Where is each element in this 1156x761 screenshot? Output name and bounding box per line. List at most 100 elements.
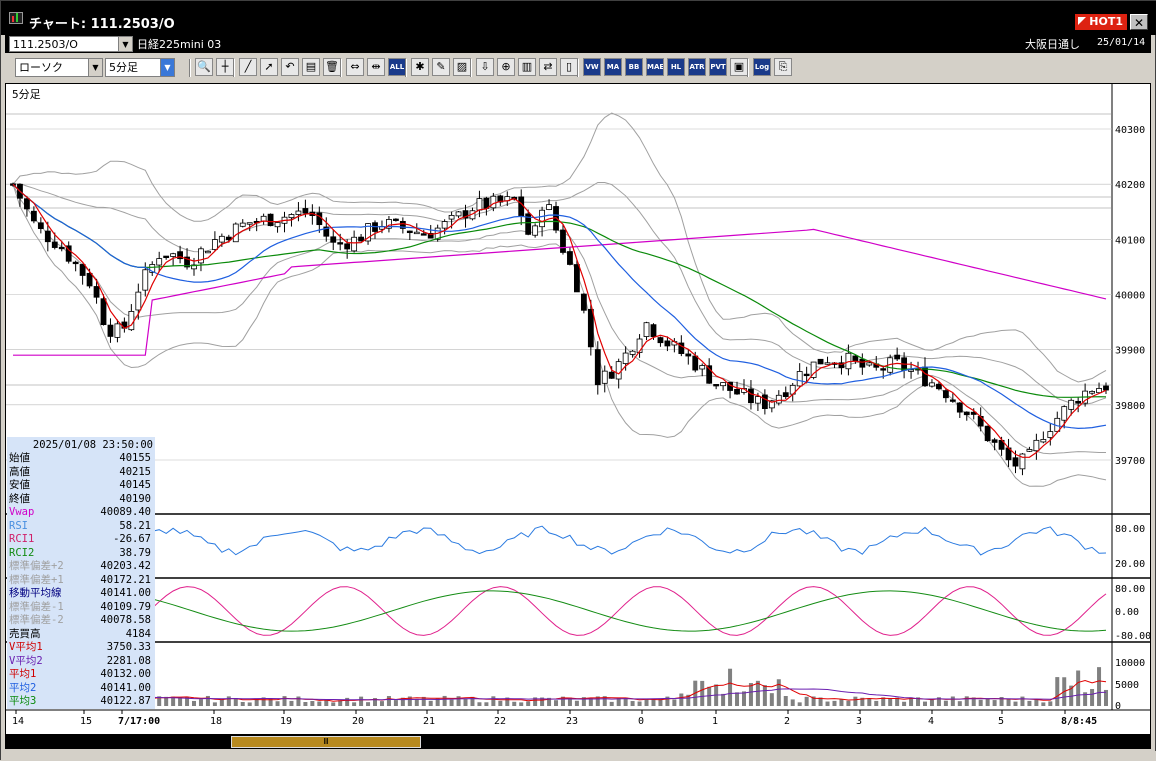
candle-body [406, 230, 413, 234]
candle-body [455, 211, 462, 217]
price-tick-label: 40200 [1115, 180, 1145, 191]
info-label: 標準偏差+2 [9, 560, 64, 572]
pvt-button[interactable]: PVT [709, 58, 727, 76]
volume-bar [240, 701, 245, 706]
volume-bar [679, 693, 684, 706]
all-button[interactable]: ALL [388, 58, 406, 76]
chart-canvas[interactable]: 4030040200401004000039900398003970080.00… [6, 84, 1151, 735]
undo-button[interactable]: ↶ [281, 58, 299, 76]
vwap-button[interactable]: VW [583, 58, 601, 76]
paint-button[interactable]: ✎ [432, 58, 450, 76]
trendline-button[interactable]: ╱ [239, 58, 257, 76]
price-tick-label: 39700 [1115, 456, 1145, 467]
candle-body [796, 371, 803, 387]
chart-type-select[interactable]: ローソク ▼ [15, 58, 103, 77]
info-value: 40190 [119, 492, 151, 505]
mae-button[interactable]: MAE [646, 58, 664, 76]
volume-bar [1090, 688, 1095, 706]
info-row: 高値 40215 [7, 466, 153, 480]
log-icon: Log [754, 63, 770, 71]
bar-button[interactable]: ▥ [518, 58, 536, 76]
delete-button[interactable]: 🗑 [323, 58, 341, 76]
volume-tick-label: 0 [1115, 701, 1121, 712]
scrollbar-thumb[interactable]: Ⅲ [231, 736, 421, 748]
title-bar[interactable]: チャート: 111.2503/O HOT1 ✕ [1, 1, 1156, 35]
color-button[interactable]: ▨ [453, 58, 471, 76]
candle-body [232, 223, 239, 243]
window-icon: ▣ [733, 60, 745, 73]
log-button[interactable]: Log [753, 58, 771, 76]
cursor-button[interactable]: ➚ [260, 58, 278, 76]
bb-button[interactable]: BB [625, 58, 643, 76]
chevron-down-icon[interactable]: ▼ [160, 59, 174, 76]
volume-bar [874, 700, 879, 706]
interval-select[interactable]: 5分足 ▼ [105, 58, 175, 77]
ma3-line [12, 183, 1107, 398]
candle-body [288, 214, 295, 219]
volume-bar [198, 699, 203, 706]
candle-body [942, 390, 949, 399]
chart-area[interactable]: 40300 40200 40100 40000 39900 39800 39700 80.00… [5, 83, 1151, 735]
volume-bar [839, 699, 844, 706]
candle-body [218, 235, 225, 243]
close-button[interactable]: ✕ [1130, 14, 1148, 30]
ma-icon: MA [606, 63, 620, 71]
candle-body [51, 241, 58, 248]
mae-icon: MAE [647, 63, 664, 71]
fit-button[interactable]: ⇔ [346, 58, 364, 76]
candle-body [629, 350, 636, 355]
rsi-line [12, 525, 1107, 556]
symbol-combo[interactable]: 111.2503/O ▼ [9, 36, 133, 52]
volume-bar [303, 702, 308, 706]
delete-icon: 🗑 [325, 60, 339, 73]
volume-bar [957, 701, 962, 706]
hot-button[interactable]: HOT1 [1075, 14, 1127, 30]
window-button[interactable]: ▣ [730, 58, 748, 76]
volume-bar [226, 696, 231, 706]
fit-all-button[interactable]: ⇹ [367, 58, 385, 76]
candle-body [546, 204, 552, 210]
settings-button[interactable]: ✱ [411, 58, 429, 76]
search-button[interactable]: ⊕ [497, 58, 515, 76]
gray-button[interactable]: ▯ [560, 58, 578, 76]
copy-button[interactable]: ▤ [302, 58, 320, 76]
settings-icon: ✱ [415, 60, 425, 73]
volume-bar [902, 701, 907, 706]
instrument-name: 日経225mini 03 [137, 38, 222, 51]
volume-tick-label: 10000 [1115, 658, 1145, 669]
volume-bar [735, 692, 740, 706]
info-row: 平均1 40132.00 [7, 668, 153, 682]
chart-window: チャート: 111.2503/O HOT1 ✕ 111.2503/O ▼ 日経2… [0, 0, 1156, 761]
candle-body [330, 236, 337, 243]
time-scrollbar[interactable]: Ⅲ [5, 735, 1151, 749]
volume-bar [1055, 677, 1060, 706]
zoom-button[interactable]: 🔍 [195, 58, 213, 76]
crosshair-button[interactable]: ┼ [216, 58, 234, 76]
candle-body [1061, 406, 1068, 421]
signal-button[interactable]: ⇄ [539, 58, 557, 76]
volume-bar [783, 696, 788, 706]
info-value: 40141.00 [100, 681, 151, 694]
candle-body [86, 272, 93, 287]
candle-body [601, 370, 608, 384]
bar-icon: ▥ [521, 60, 533, 73]
download-button[interactable]: ⇩ [476, 58, 494, 76]
rsi-tick-label: 80.00 [1115, 524, 1145, 535]
hl-button[interactable]: HL [667, 58, 685, 76]
info-row: V平均1 3750.33 [7, 641, 153, 655]
candle-body [205, 250, 211, 254]
info-value: 40155 [119, 452, 151, 464]
candle-body [664, 340, 671, 347]
ma-button[interactable]: MA [604, 58, 622, 76]
price-tick-label: 39900 [1115, 346, 1145, 357]
export-button[interactable]: ⎘ [774, 58, 792, 76]
atr-button[interactable]: ATR [688, 58, 706, 76]
volume-bar [853, 696, 858, 706]
chevron-down-icon[interactable]: ▼ [118, 37, 132, 51]
chevron-down-icon[interactable]: ▼ [88, 59, 102, 76]
info-value: 38.79 [119, 546, 151, 559]
info-row: 売買高 4184 [7, 628, 153, 642]
info-label: V平均1 [9, 641, 43, 653]
candle-body [859, 358, 866, 368]
volume-bar [393, 700, 398, 706]
